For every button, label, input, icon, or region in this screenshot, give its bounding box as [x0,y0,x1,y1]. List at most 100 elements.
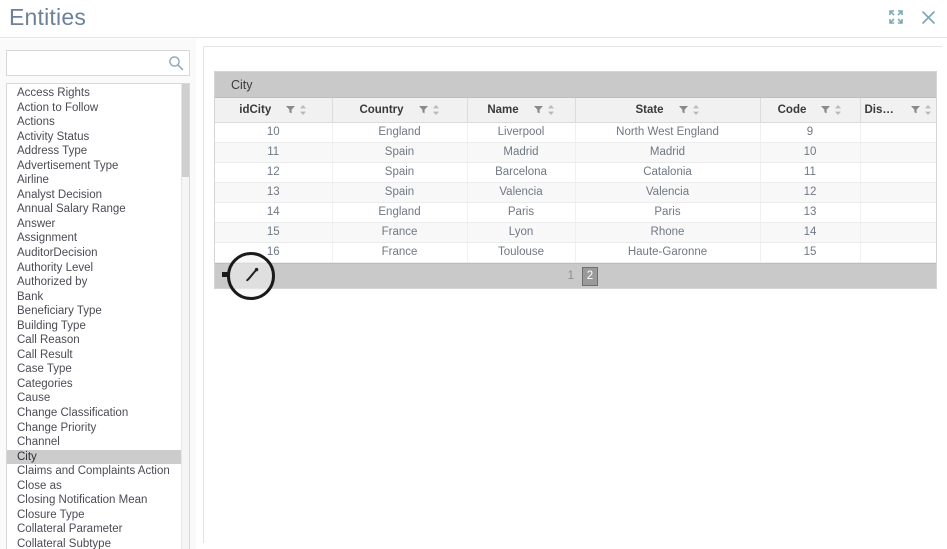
table-cell-idcity: 13 [215,182,333,203]
table-cell-idcity: 16 [215,242,333,263]
table-cell-country: Spain [332,182,468,203]
table-cell-country: Spain [332,142,468,163]
column-header[interactable]: Name [467,98,576,123]
sidebar-item[interactable]: Close as [7,479,183,494]
table-row[interactable]: 13 Spain Valencia Valencia 12 [215,182,936,203]
table-cell-name: Valencia [467,182,576,203]
sidebar-item[interactable]: AuditorDecision [7,246,183,261]
column-header-inner: Country [333,98,467,122]
table-row[interactable]: 14 England Paris Paris 13 [215,202,936,223]
table-cell-disabled [860,242,936,263]
sidebar-item[interactable]: Categories [7,377,183,392]
table-header: idCity Country Name State Code Disabled [215,98,936,123]
table-row[interactable]: 12 Spain Barcelona Catalonia 11 [215,162,936,183]
sidebar-item[interactable]: Channel [7,435,183,450]
sidebar-item[interactable]: Call Result [7,348,183,363]
table-row[interactable]: 16 France Toulouse Haute-Garonne 15 [215,242,936,263]
sidebar-item[interactable]: Change Priority [7,421,183,436]
table-cell-country: England [332,202,468,223]
sort-icon[interactable] [924,104,932,116]
table-cell-code: 10 [760,142,861,163]
sidebar-item[interactable]: Closure Type [7,508,183,523]
table-body: 10 England Liverpool North West England 9 11 S… [215,122,936,263]
sidebar-item[interactable]: City [7,449,183,465]
sidebar-item[interactable]: Activity Status [7,130,183,145]
filter-icon[interactable] [285,104,296,115]
table-cell-country: France [332,242,468,263]
expand-icon[interactable] [885,6,907,28]
sidebar-item[interactable]: Address Type [7,144,183,159]
column-header-inner: State [576,98,760,122]
sort-icon[interactable] [834,104,842,116]
sidebar-item[interactable]: Call Reason [7,333,183,348]
table-cell-state: Madrid [575,142,761,163]
column-header[interactable]: Code [760,98,861,123]
grid-caption: City [215,72,936,98]
search-input[interactable] [7,51,165,75]
table-cell-country: Spain [332,162,468,183]
city-table: idCityCountryNameStateCodeDisabled 10Eng… [215,98,936,263]
sidebar-item[interactable]: Collateral Parameter [7,522,183,537]
sidebar-item[interactable]: Case Type [7,362,183,377]
filter-icon[interactable] [418,104,429,115]
sidebar-item[interactable]: Building Type [7,319,183,334]
sidebar-item[interactable]: Claims and Complaints Action [7,464,183,479]
sidebar-item[interactable]: Change Classification [7,406,183,421]
table-cell-idcity: 15 [215,222,333,243]
column-header-inner: idCity [215,98,332,122]
sidebar-item[interactable]: Cause [7,391,183,406]
sort-icon[interactable] [547,104,555,116]
column-header[interactable]: State [575,98,761,123]
sidebar-item[interactable]: Analyst Decision [7,188,183,203]
filter-icon[interactable] [820,104,831,115]
grid-footer: 12 [215,262,936,289]
table-cell-code: 12 [760,182,861,203]
sidebar-item[interactable]: Access Rights [7,86,183,101]
sidebar-item[interactable]: Action to Follow [7,101,183,116]
sidebar-item[interactable]: Airline [7,173,183,188]
entities-list[interactable]: Access Rights Action to Follow Actions Acti… [6,83,190,549]
sidebar-item[interactable]: Authorized by [7,275,183,290]
sidebar-item[interactable]: Answer [7,217,183,232]
sort-icon[interactable] [432,104,440,116]
column-header[interactable]: Country [332,98,468,123]
search-box[interactable] [6,50,190,76]
table-cell-country: France [332,222,468,243]
table-row[interactable]: 10 England Liverpool North West England 9 [215,122,936,143]
sidebar-item[interactable]: Bank [7,290,183,305]
sidebar-item[interactable]: Beneficiary Type [7,304,183,319]
sidebar-item[interactable]: Authority Level [7,261,183,276]
column-header[interactable]: Disabled [860,98,936,123]
table-row[interactable]: 11 Spain Madrid Madrid 10 [215,142,936,163]
table-cell-name: Paris [467,202,576,223]
column-header[interactable]: idCity [215,98,333,123]
sidebar-item[interactable]: Closing Notification Mean [7,493,183,508]
entities-list-inner: Access Rights Action to Follow Actions Acti… [7,86,183,549]
sort-icon[interactable] [692,104,700,116]
table-cell-code: 14 [760,222,861,243]
sidebar-item[interactable]: Assignment [7,231,183,246]
search-icon[interactable] [168,55,184,71]
sidebar-item[interactable]: Actions [7,115,183,130]
pagination-page-link[interactable]: 1 [565,264,577,289]
table-cell-disabled [860,182,936,203]
close-icon[interactable] [917,6,939,28]
column-header-tools [910,104,932,116]
entities-list-scrollbar[interactable] [181,84,189,549]
sidebar-item[interactable]: Annual Salary Range [7,202,183,217]
filter-icon[interactable] [533,104,544,115]
entities-list-scroll-thumb[interactable] [182,84,189,177]
pagination-current-page[interactable]: 2 [582,266,598,286]
filter-icon[interactable] [910,104,921,115]
table-cell-name: Madrid [467,142,576,163]
sidebar-item[interactable]: Collateral Subtype [7,537,183,549]
table-row[interactable]: 15 France Lyon Rhone 14 [215,222,936,243]
table-cell-state: North West England [575,122,761,143]
column-header-tools [418,104,440,116]
sort-icon[interactable] [299,104,307,116]
column-header-inner: Name [468,98,575,122]
filter-icon[interactable] [678,104,689,115]
sidebar-item[interactable]: Advertisement Type [7,159,183,174]
table-cell-disabled [860,122,936,143]
table-cell-idcity: 14 [215,202,333,223]
